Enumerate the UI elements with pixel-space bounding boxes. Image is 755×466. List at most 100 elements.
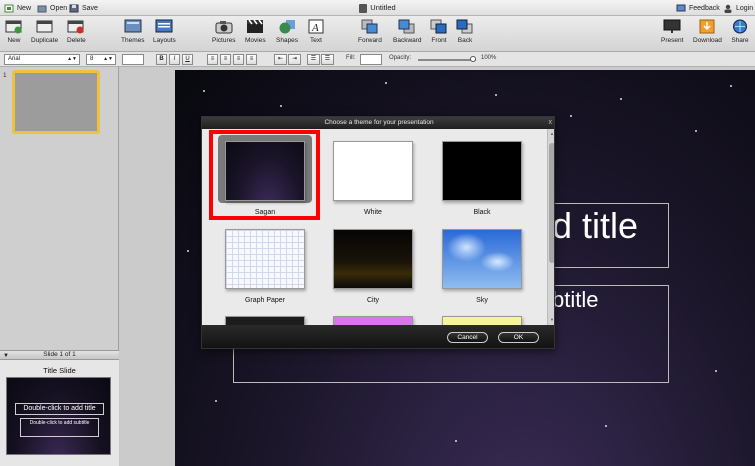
- shapes-button[interactable]: Shapes: [276, 18, 298, 44]
- text-button[interactable]: A Text: [307, 18, 325, 44]
- layout-preview-title: Double-click to add title: [15, 403, 104, 415]
- menu-login[interactable]: Login: [723, 3, 753, 14]
- align-right-button[interactable]: ≡: [233, 54, 244, 65]
- camera-icon: [215, 18, 233, 35]
- backward-label: Backward: [393, 37, 422, 44]
- bring-to-front-icon: [430, 18, 448, 35]
- fill-label: Fill:: [346, 55, 356, 61]
- outdent-icon: ⇤: [277, 56, 284, 62]
- menu-save[interactable]: Save: [69, 3, 98, 14]
- menu-new-label: New: [17, 5, 32, 12]
- themes-button[interactable]: Themes: [121, 18, 144, 44]
- theme-name-graph-paper: Graph Paper: [244, 297, 286, 304]
- collapse-icon[interactable]: ▼: [3, 352, 9, 360]
- subtitle-placeholder-text: btitle: [552, 287, 599, 312]
- shapes-label: Shapes: [276, 37, 299, 44]
- menu-open[interactable]: Open: [37, 3, 67, 14]
- new-slide-label: New: [7, 37, 21, 44]
- align-center-button[interactable]: ≡: [220, 54, 231, 65]
- outdent-button[interactable]: ⇤: [274, 54, 287, 65]
- scrollbar-thumb[interactable]: [549, 143, 554, 263]
- cancel-button[interactable]: Cancel: [447, 332, 488, 343]
- scroll-up-icon[interactable]: ▲: [548, 131, 554, 136]
- send-to-back-icon: [456, 18, 474, 35]
- clapperboard-icon: [246, 18, 264, 35]
- menubar: New Open Save Untitled Feedback Login: [0, 0, 755, 16]
- duplicate-button[interactable]: Duplicate: [31, 18, 58, 44]
- theme-preview-white: [333, 141, 413, 201]
- movies-label: Movies: [245, 37, 266, 44]
- share-button[interactable]: Share: [731, 18, 749, 44]
- duplicate-icon: [36, 18, 54, 35]
- indent-button[interactable]: ⇥: [288, 54, 301, 65]
- slide-number: 1: [3, 72, 7, 79]
- backward-button[interactable]: Backward: [393, 18, 422, 44]
- close-icon[interactable]: x: [549, 117, 553, 129]
- theme-preview-city: [333, 229, 413, 289]
- document-title: Untitled: [0, 3, 755, 13]
- bullet-list-button[interactable]: ☰: [307, 54, 320, 65]
- front-button[interactable]: Front: [430, 18, 448, 44]
- star: [280, 105, 282, 107]
- align-right-icon: ≡: [236, 56, 241, 62]
- numbered-list-button[interactable]: ☰: [321, 54, 334, 65]
- star: [570, 115, 572, 117]
- text-icon-glyph: A: [311, 22, 319, 34]
- slide-thumbnail[interactable]: [12, 70, 100, 134]
- selection-highlight: [209, 130, 320, 220]
- share-label: Share: [731, 37, 749, 44]
- menu-save-label: Save: [82, 5, 98, 12]
- layout-name: Title Slide: [43, 366, 76, 375]
- italic-button[interactable]: I: [169, 54, 180, 65]
- select-arrow-icon: ▲▼: [103, 56, 113, 62]
- font-size-select[interactable]: 8 ▲▼: [86, 54, 116, 65]
- star: [715, 370, 717, 372]
- ok-button[interactable]: OK: [498, 332, 539, 343]
- new-slide-button[interactable]: New: [5, 18, 23, 44]
- layouts-button[interactable]: Layouts: [153, 18, 176, 44]
- slide-counter: Slide 1 of 1: [43, 351, 76, 358]
- font-family-select[interactable]: Arial ▲▼: [4, 54, 80, 65]
- back-button[interactable]: Back: [456, 18, 474, 44]
- back-label: Back: [457, 37, 473, 44]
- star: [620, 98, 622, 100]
- numbered-list-icon: ☰: [324, 56, 331, 62]
- star: [215, 400, 217, 402]
- text-color-swatch[interactable]: [122, 54, 144, 65]
- star: [605, 425, 607, 427]
- star: [455, 440, 457, 442]
- dialog-scrollbar[interactable]: ▲ ▼: [547, 129, 554, 325]
- underline-button[interactable]: U: [182, 54, 193, 65]
- star: [495, 94, 497, 96]
- save-icon: [69, 4, 79, 13]
- download-label: Download: [693, 37, 722, 44]
- justify-button[interactable]: ≡: [246, 54, 257, 65]
- menu-feedback-label: Feedback: [689, 5, 720, 12]
- menu-new[interactable]: New: [4, 3, 31, 14]
- download-button[interactable]: Download: [693, 18, 722, 44]
- new-slide-icon: [5, 18, 23, 35]
- opacity-slider[interactable]: [418, 59, 476, 61]
- font-size-value: 8: [90, 56, 94, 62]
- justify-icon: ≡: [249, 56, 254, 62]
- forward-button[interactable]: Forward: [358, 18, 382, 44]
- star: [730, 85, 732, 87]
- forward-label: Forward: [358, 37, 382, 44]
- scroll-down-icon[interactable]: ▼: [548, 317, 554, 322]
- fill-color-swatch[interactable]: [360, 54, 382, 65]
- movies-button[interactable]: Movies: [245, 18, 266, 44]
- share-icon: [731, 18, 749, 35]
- present-label: Present: [661, 37, 684, 44]
- front-label: Front: [431, 37, 447, 44]
- menu-feedback[interactable]: Feedback: [676, 3, 720, 14]
- opacity-slider-handle[interactable]: [470, 56, 476, 62]
- pictures-button[interactable]: Pictures: [212, 18, 235, 44]
- shapes-icon: [278, 18, 296, 35]
- align-left-button[interactable]: ≡: [207, 54, 218, 65]
- bold-button[interactable]: B: [156, 54, 167, 65]
- layout-preview[interactable]: Double-click to add title Double-click t…: [6, 377, 111, 455]
- delete-button[interactable]: Delete: [67, 18, 86, 44]
- opacity-label: Opacity:: [389, 55, 412, 61]
- present-button[interactable]: Present: [661, 18, 683, 44]
- themes-label: Themes: [121, 37, 145, 44]
